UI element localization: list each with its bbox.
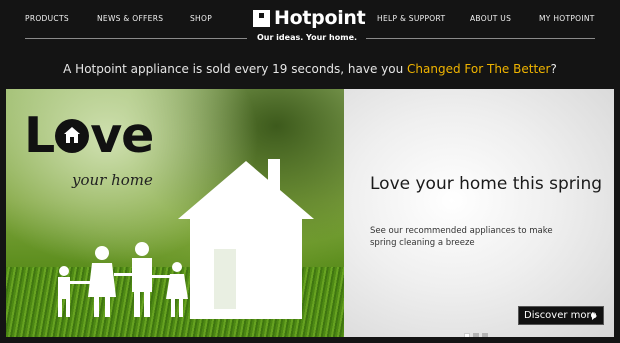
nav-divider-left (25, 38, 247, 39)
hero-photo: Lve your home (6, 89, 344, 337)
house-in-circle-icon (55, 119, 90, 153)
paper-family-icon (58, 242, 188, 317)
discover-more-label: Discover more (524, 310, 597, 321)
nav-about-us[interactable]: ABOUT US (470, 14, 511, 23)
hero-banner[interactable]: Lve your home Love your home this spring… (6, 89, 614, 337)
announcement-bar: A Hotpoint appliance is sold every 19 se… (0, 62, 620, 76)
play-arrow-icon (592, 312, 597, 320)
love-title-l: L (24, 107, 55, 164)
nav-divider-right (366, 38, 595, 39)
hero-copy-panel: Love your home this spring See our recom… (344, 89, 614, 337)
nav-news-offers[interactable]: NEWS & OFFERS (97, 14, 163, 23)
love-title-ve: ve (90, 107, 154, 164)
nav-products[interactable]: PRODUCTS (25, 14, 69, 23)
nav-help-support[interactable]: HELP & SUPPORT (377, 14, 445, 23)
carousel-dot-1[interactable] (464, 333, 470, 337)
announcement-suffix: ? (550, 62, 557, 76)
hero-body: See our recommended appliances to make s… (370, 226, 553, 248)
carousel-dot-2[interactable] (473, 333, 479, 337)
discover-more-button[interactable]: Discover more (518, 306, 604, 325)
your-home-script: your home (72, 171, 153, 189)
changed-for-the-better-link[interactable]: Changed For The Better (407, 62, 550, 76)
hero-heading: Love your home this spring (370, 174, 603, 194)
announcement-text: A Hotpoint appliance is sold every 19 se… (63, 62, 408, 76)
hotpoint-logo[interactable]: Hotpoint Our ideas. Your home. (253, 7, 366, 48)
love-title: Lve (24, 107, 154, 164)
carousel-dot-3[interactable] (482, 333, 488, 337)
nav-shop[interactable]: SHOP (190, 14, 212, 23)
nav-my-hotpoint[interactable]: MY HOTPOINT (539, 14, 595, 23)
logo-tagline: Our ideas. Your home. (256, 33, 358, 42)
logo-mark-icon (253, 10, 270, 27)
carousel-indicators (464, 324, 491, 337)
logo-wordmark: Hotpoint (274, 7, 366, 29)
